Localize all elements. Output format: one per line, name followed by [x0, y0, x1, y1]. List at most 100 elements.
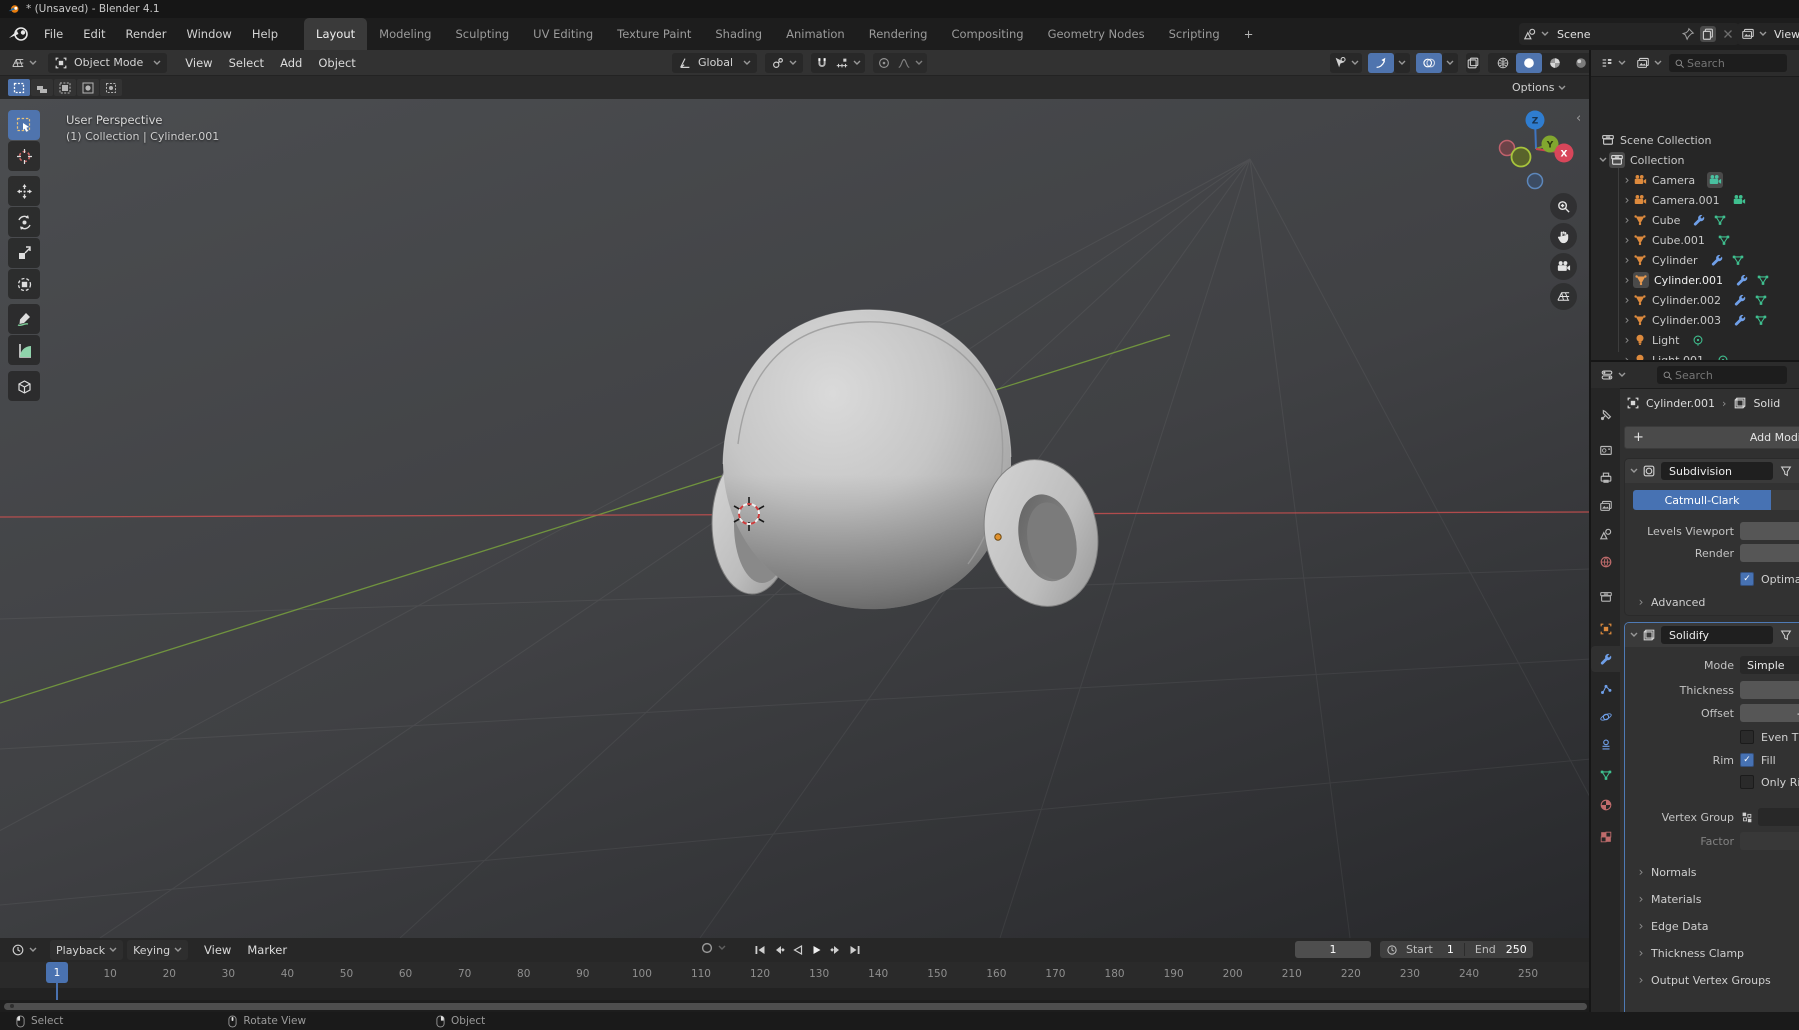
- properties-search-input[interactable]: [1673, 368, 1757, 383]
- edge-data-section-toggle[interactable]: ›Edge Data: [1635, 919, 1708, 933]
- play-button[interactable]: [807, 941, 826, 958]
- tool-cursor[interactable]: [8, 141, 40, 171]
- modifier-wrench-icon[interactable]: [1692, 213, 1706, 227]
- timeline-view-menu[interactable]: View: [196, 943, 239, 957]
- advanced-section-toggle[interactable]: ›Advanced: [1635, 595, 1705, 609]
- new-scene-button[interactable]: [1700, 26, 1716, 42]
- jump-to-end-button[interactable]: [845, 941, 864, 958]
- output-vertex-groups-section-toggle[interactable]: ›Output Vertex Groups: [1635, 973, 1771, 987]
- optimal-display-checkbox[interactable]: ✓: [1740, 572, 1754, 586]
- menu-edit[interactable]: Edit: [73, 27, 115, 41]
- tab-scripting[interactable]: Scripting: [1157, 18, 1232, 50]
- tab-rendering[interactable]: Rendering: [857, 18, 940, 50]
- timeline-editor-type-button[interactable]: [6, 940, 42, 960]
- vertex-group-field[interactable]: [1758, 808, 1799, 826]
- tab-modifiers-active[interactable]: [1591, 646, 1620, 672]
- tab-scene[interactable]: [1591, 521, 1620, 547]
- unlink-scene-icon[interactable]: [1721, 27, 1735, 41]
- play-reverse-button[interactable]: [788, 941, 807, 958]
- zoom-view-button[interactable]: [1550, 193, 1577, 220]
- pin-icon[interactable]: [1681, 27, 1695, 41]
- shading-material-button[interactable]: [1542, 53, 1568, 73]
- normals-section-toggle[interactable]: ›Normals: [1635, 865, 1697, 879]
- jump-to-start-button[interactable]: [750, 941, 769, 958]
- outliner-row-cylinder-003[interactable]: › Cylinder.003: [1591, 310, 1799, 330]
- properties-search[interactable]: [1657, 366, 1787, 384]
- outliner-row-scene-collection[interactable]: Scene Collection: [1591, 130, 1799, 150]
- thickness-field[interactable]: 0: [1740, 681, 1799, 699]
- end-frame-value[interactable]: 250: [1506, 943, 1527, 956]
- menu-view[interactable]: View: [177, 56, 220, 70]
- blender-menu-icon[interactable]: [8, 25, 30, 43]
- tab-particles[interactable]: [1591, 676, 1620, 702]
- light-data-icon[interactable]: [1691, 333, 1705, 347]
- modifier-wrench-icon[interactable]: [1710, 253, 1724, 267]
- breadcrumb-object[interactable]: Cylinder.001: [1646, 397, 1715, 410]
- snap-target-icon[interactable]: [835, 56, 849, 70]
- tool-measure[interactable]: [8, 335, 40, 365]
- render-levels-field[interactable]: [1740, 544, 1799, 562]
- timeline-scrollbar[interactable]: [0, 1000, 1591, 1012]
- magnet-icon[interactable]: [815, 56, 829, 70]
- outliner-row-cube-001[interactable]: › Cube.001: [1591, 230, 1799, 250]
- materials-section-toggle[interactable]: ›Materials: [1635, 892, 1701, 906]
- outliner-row-cylinder-001-active[interactable]: › Cylinder.001: [1591, 270, 1799, 290]
- tab-sculpting[interactable]: Sculpting: [443, 18, 521, 50]
- navigation-gizmo[interactable]: Z Y X: [1486, 104, 1586, 204]
- scrollbar-zoom-handle[interactable]: [10, 1004, 14, 1008]
- outliner-row-cylinder-002[interactable]: › Cylinder.002: [1591, 290, 1799, 310]
- modifier-wrench-icon[interactable]: [1735, 273, 1749, 287]
- auto-key-toggle[interactable]: [700, 941, 726, 955]
- select-mode-intersect[interactable]: [100, 79, 122, 96]
- tab-object-data[interactable]: [1591, 762, 1620, 788]
- tab-geometry-nodes[interactable]: Geometry Nodes: [1036, 18, 1157, 50]
- tab-tool[interactable]: [1591, 402, 1620, 428]
- panel-divider[interactable]: [1589, 50, 1591, 1012]
- shading-wireframe-button[interactable]: [1490, 53, 1516, 73]
- mode-selector[interactable]: Object Mode: [48, 53, 167, 73]
- tool-move[interactable]: [8, 176, 40, 206]
- mesh-data-icon[interactable]: [1754, 293, 1768, 307]
- tool-add-cube[interactable]: [8, 371, 40, 401]
- edit-mode-display-icon[interactable]: [1779, 628, 1793, 642]
- panel-collapse-arrow[interactable]: ‹: [1576, 111, 1581, 126]
- thickness-clamp-section-toggle[interactable]: ›Thickness Clamp: [1635, 946, 1744, 960]
- factor-field[interactable]: 0: [1740, 832, 1799, 850]
- outliner-filter-button[interactable]: [1631, 53, 1667, 73]
- mesh-head[interactable]: [723, 310, 1011, 609]
- tool-annotate[interactable]: [8, 304, 40, 334]
- select-mode-extend[interactable]: [31, 79, 53, 96]
- camera-data-icon[interactable]: [1732, 193, 1746, 207]
- orientation-selector[interactable]: Global: [672, 53, 757, 73]
- view-layer-selector[interactable]: ViewLayer: [1737, 23, 1799, 45]
- scene-name[interactable]: Scene: [1557, 28, 1681, 41]
- properties-editor-type-button[interactable]: [1595, 365, 1631, 385]
- modifier-wrench-icon[interactable]: [1733, 293, 1747, 307]
- outliner-row-cube[interactable]: › Cube: [1591, 210, 1799, 230]
- menu-object[interactable]: Object: [310, 56, 363, 70]
- gizmo-axis-neg-y[interactable]: [1512, 148, 1531, 167]
- timeline-track-area[interactable]: [0, 988, 1591, 1000]
- tab-collection[interactable]: [1591, 584, 1620, 610]
- collapse-icon[interactable]: [1630, 632, 1638, 638]
- tab-object[interactable]: [1591, 616, 1620, 642]
- orthographic-toggle-button[interactable]: [1550, 283, 1577, 310]
- modifier-wrench-icon[interactable]: [1733, 313, 1747, 327]
- tab-modeling[interactable]: Modeling: [367, 18, 443, 50]
- proportional-edit-icon[interactable]: [877, 56, 891, 70]
- add-workspace-button[interactable]: +: [1232, 18, 1266, 50]
- tab-physics[interactable]: [1591, 704, 1620, 730]
- menu-help[interactable]: Help: [242, 27, 288, 41]
- mesh-data-icon[interactable]: [1713, 213, 1727, 227]
- outliner-row-collection[interactable]: Collection: [1591, 150, 1799, 170]
- overlays-toggle[interactable]: [1416, 53, 1442, 73]
- tab-compositing[interactable]: Compositing: [939, 18, 1035, 50]
- tab-view-layer[interactable]: [1591, 493, 1620, 519]
- pivot-selector[interactable]: [765, 53, 803, 73]
- current-frame-field[interactable]: 1: [1295, 941, 1371, 958]
- outliner-properties-divider[interactable]: [1591, 360, 1799, 362]
- tool-transform[interactable]: [8, 269, 40, 299]
- playback-menu[interactable]: Playback: [50, 940, 123, 960]
- gizmos-dropdown[interactable]: [1394, 53, 1410, 73]
- gizmos-toggle[interactable]: [1368, 53, 1394, 73]
